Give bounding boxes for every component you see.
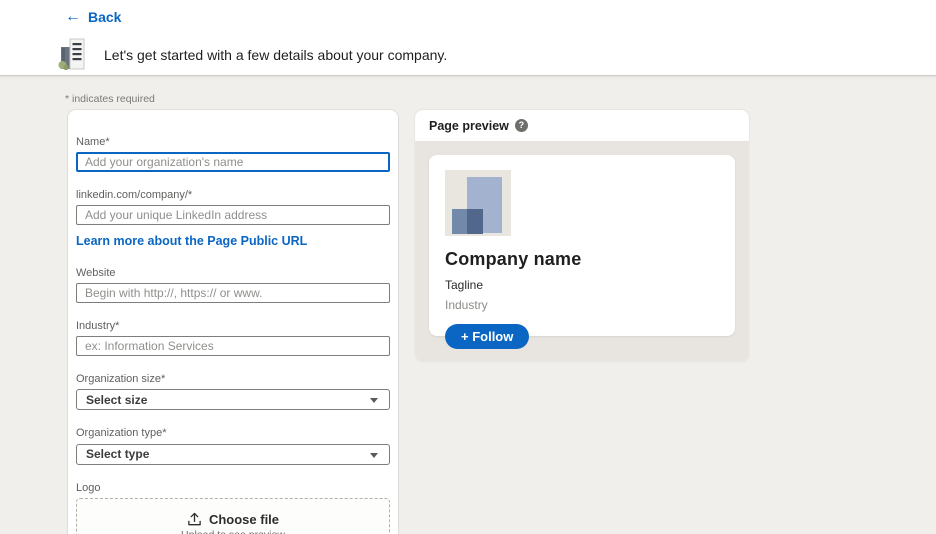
logo-field-group: Logo Choose file Upload to see preview 3… (76, 482, 390, 534)
industry-label: Industry* (76, 320, 120, 333)
upload-hint: Upload to see preview (181, 529, 285, 534)
logo-label: Logo (76, 481, 101, 494)
org-type-selected-value: Select type (86, 447, 150, 462)
choose-file-button[interactable]: Choose file (209, 512, 279, 527)
company-logo-placeholder (445, 170, 511, 236)
org-type-select[interactable]: Select type (76, 443, 390, 465)
follow-button[interactable]: + Follow (445, 324, 530, 349)
create-company-page: ← Back Let's get started with a few deta… (0, 0, 936, 534)
linkedin-url-input[interactable] (76, 205, 390, 226)
linkedin-url-label: linkedin.com/company/* (76, 189, 193, 202)
required-note: * indicates required (65, 93, 155, 105)
industry-input[interactable] (76, 336, 390, 357)
back-button[interactable]: ← Back (65, 8, 122, 26)
org-size-label: Organization size* (76, 373, 166, 386)
page-header: ← Back Let's get started with a few deta… (0, 0, 936, 76)
arrow-left-icon: ← (65, 8, 81, 25)
org-size-field-group: Organization size* Select size (76, 373, 390, 411)
org-size-select[interactable]: Select size (76, 389, 390, 411)
page-preview-panel: Page preview ? Company name Tagline Indu… (415, 110, 749, 361)
logo-upload-dropzone[interactable]: Choose file Upload to see preview (76, 497, 390, 534)
name-input[interactable] (76, 152, 390, 173)
url-field-group: linkedin.com/company/* Learn more about … (76, 189, 390, 250)
name-field-group: Name* (76, 136, 390, 173)
upload-icon (188, 512, 201, 525)
website-input[interactable] (76, 283, 390, 304)
preview-header: Page preview ? (415, 110, 749, 141)
preview-tagline: Tagline (445, 278, 484, 292)
website-label: Website (76, 267, 116, 280)
org-size-selected-value: Select size (86, 392, 148, 407)
preview-title: Page preview (429, 118, 509, 133)
industry-field-group: Industry* (76, 320, 390, 357)
logo-shape-overlap (466, 208, 483, 235)
org-type-field-group: Organization type* Select type (76, 427, 390, 465)
website-field-group: Website (76, 267, 390, 304)
page-title: Let's get started with a few details abo… (104, 46, 448, 63)
help-icon[interactable]: ? (514, 119, 528, 132)
chevron-down-icon (370, 452, 378, 458)
name-label: Name* (76, 136, 110, 148)
company-details-form: Name* linkedin.com/company/* Learn more … (68, 110, 398, 534)
preview-body: Company name Tagline Industry + Follow (415, 141, 749, 361)
back-label: Back (88, 9, 122, 25)
org-type-label: Organization type* (76, 427, 167, 440)
buildings-icon (58, 38, 85, 71)
public-url-learn-more-link[interactable]: Learn more about the Page Public URL (76, 234, 307, 248)
company-preview-card: Company name Tagline Industry + Follow (429, 155, 735, 349)
preview-industry: Industry (445, 298, 488, 312)
chevron-down-icon (370, 398, 378, 404)
preview-company-name: Company name (445, 249, 582, 269)
